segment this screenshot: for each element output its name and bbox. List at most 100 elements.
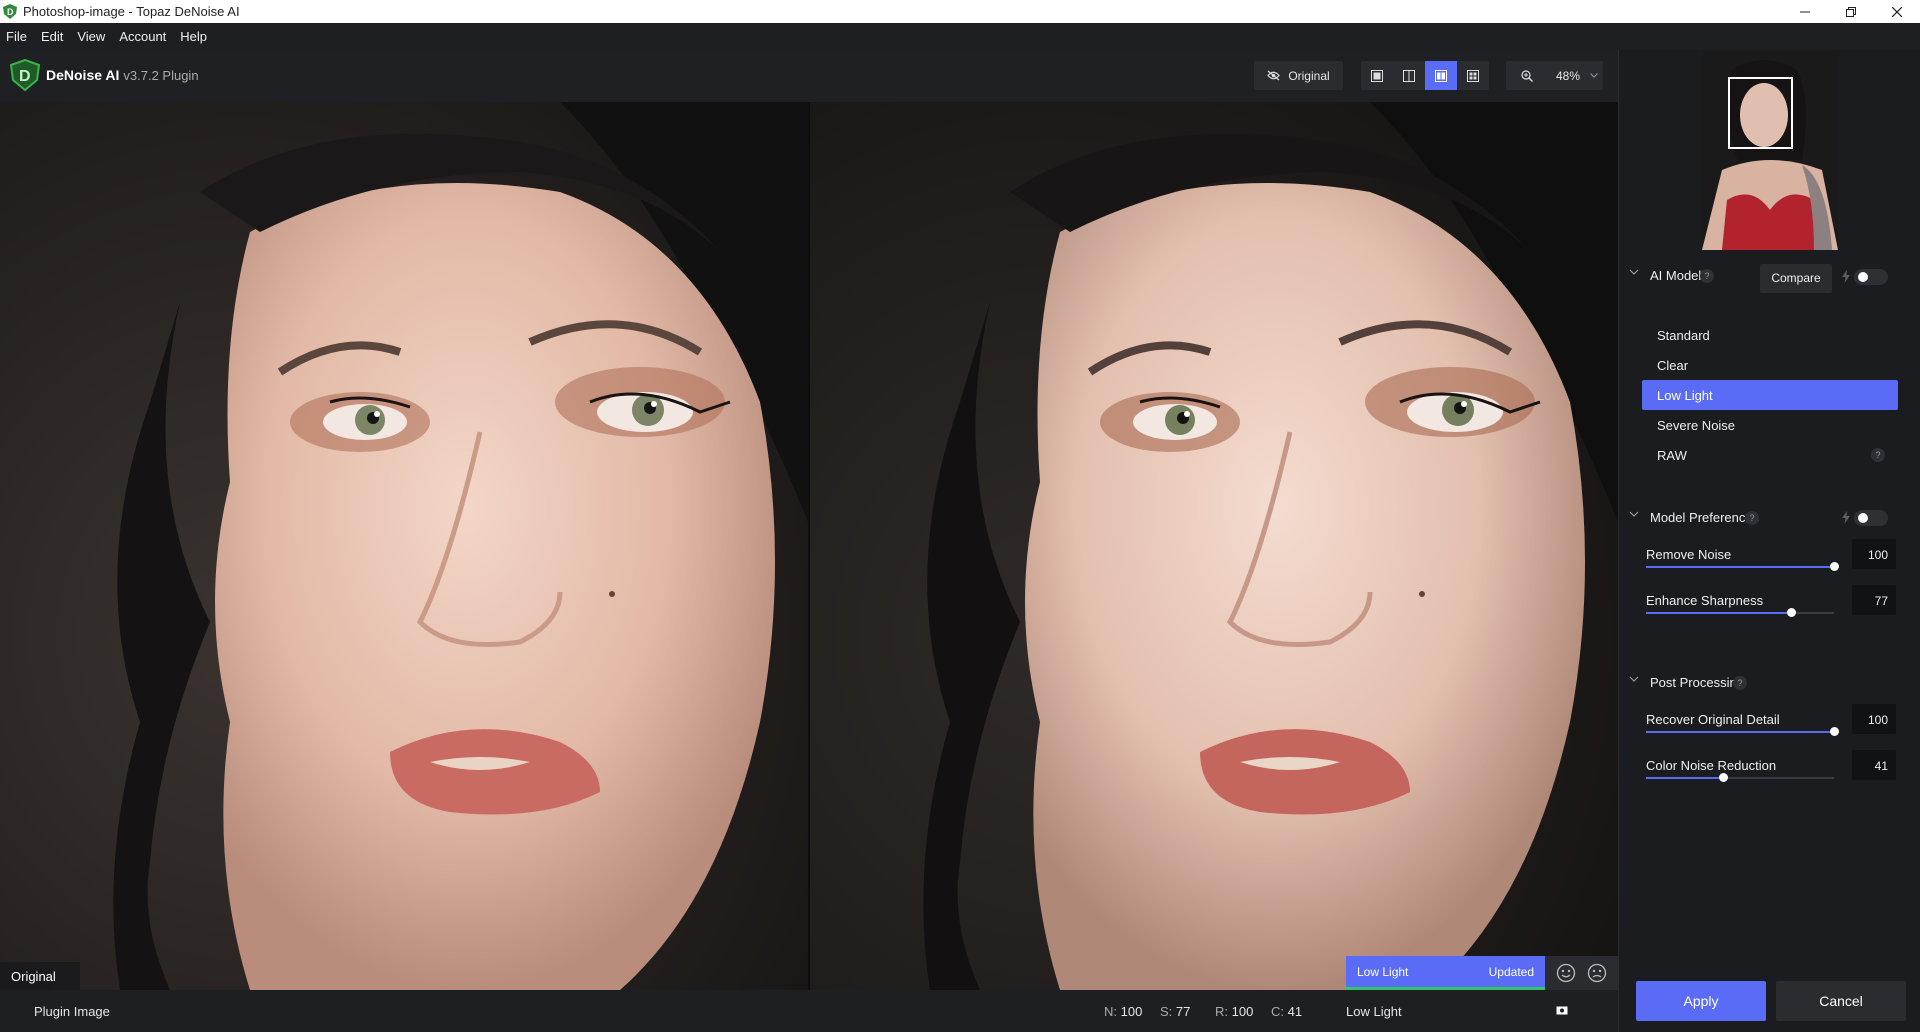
menu-account[interactable]: Account <box>113 29 172 44</box>
restore-icon <box>1846 6 1856 17</box>
right-sidebar: AI Model ? Compare Standard Clear Low Li… <box>1618 50 1920 1032</box>
noise-stat-key: N: <box>1104 1004 1117 1019</box>
color-noise-reduction-slider[interactable]: Color Noise Reduction 41 <box>1646 750 1906 798</box>
menu-file[interactable]: File <box>0 29 33 44</box>
navigator-viewport-box[interactable] <box>1728 77 1793 149</box>
slider-thumb[interactable] <box>1786 608 1796 617</box>
zoom-value: 48% <box>1556 68 1581 83</box>
chevron-down-icon <box>1629 269 1639 275</box>
post-processing-section-header[interactable]: Post Processing <box>1619 673 1920 693</box>
navigator-thumbnail[interactable] <box>1702 50 1838 250</box>
view-side-by-side-button[interactable] <box>1425 61 1457 90</box>
denoise-logo-icon: D <box>10 59 40 91</box>
status-model-label: Low Light <box>1346 1004 1402 1019</box>
model-item-raw-label: RAW <box>1657 448 1687 463</box>
model-item-low-light[interactable]: Low Light <box>1642 380 1898 410</box>
slider-fill <box>1646 612 1791 614</box>
remove-noise-label: Remove Noise <box>1646 547 1732 562</box>
denoise-app: D Photoshop-image - Topaz DeNoise AI Fil… <box>0 0 1920 1032</box>
image-viewer[interactable]: Original Low Light Updated <box>0 102 1618 990</box>
slider-track[interactable] <box>1646 608 1834 617</box>
status-bar: Plugin Image N: 100 S: 77 R: 100 C: 41 L… <box>0 990 1618 1032</box>
processed-image-pane[interactable] <box>810 102 1618 990</box>
ai-model-title: AI Model <box>1650 268 1702 283</box>
side-by-side-view-icon <box>1435 69 1447 82</box>
model-preferences-auto-toggle[interactable] <box>1854 510 1888 526</box>
smile-face-icon[interactable] <box>1556 963 1576 983</box>
svg-text:D: D <box>19 68 31 85</box>
menu-edit[interactable]: Edit <box>35 29 69 44</box>
enhance-sharpness-label: Enhance Sharpness <box>1646 593 1764 608</box>
chevron-down-icon <box>1629 676 1639 682</box>
slider-thumb[interactable] <box>1830 562 1839 571</box>
processed-portrait-image <box>810 102 1618 990</box>
window-title: Photoshop-image - Topaz DeNoise AI <box>23 4 240 19</box>
model-item-standard[interactable]: Standard <box>1642 320 1898 350</box>
post-processing-title: Post Processing <box>1650 675 1744 690</box>
restore-button[interactable] <box>1828 0 1874 23</box>
enhance-sharpness-slider[interactable]: Enhance Sharpness 77 <box>1646 585 1906 633</box>
compare-button[interactable]: Compare <box>1760 264 1832 293</box>
camera-icon[interactable] <box>1556 1005 1568 1015</box>
menu-view[interactable]: View <box>71 29 111 44</box>
close-window-button[interactable] <box>1874 0 1920 23</box>
model-item-clear[interactable]: Clear <box>1642 350 1898 380</box>
slider-track[interactable] <box>1646 773 1834 782</box>
color-noise-reduction-label: Color Noise Reduction <box>1646 758 1777 773</box>
brand: D DeNoise AI v3.7.2 Plugin <box>10 59 199 91</box>
recover-stat: R: 100 <box>1215 1004 1253 1019</box>
remove-noise-slider[interactable]: Remove Noise 100 <box>1646 539 1906 587</box>
raw-help-icon[interactable]: ? <box>1871 448 1885 462</box>
enhance-sharpness-value[interactable]: 77 <box>1852 585 1896 615</box>
model-item-severe-noise[interactable]: Severe Noise <box>1642 410 1898 440</box>
source-label: Plugin Image <box>34 1004 110 1019</box>
cancel-button[interactable]: Cancel <box>1776 981 1906 1021</box>
recover-original-detail-value[interactable]: 100 <box>1852 704 1896 734</box>
noise-stat: N: 100 <box>1104 1004 1142 1019</box>
ai-model-help-icon[interactable]: ? <box>1700 269 1714 283</box>
zoom-control[interactable]: 48% <box>1506 61 1603 90</box>
ai-model-auto-toggle[interactable] <box>1854 269 1888 285</box>
menu-bar: File Edit View Account Help <box>0 23 1920 50</box>
slider-thumb[interactable] <box>1830 727 1839 736</box>
sharpness-stat: S: 77 <box>1160 1004 1190 1019</box>
frown-face-icon[interactable] <box>1587 963 1607 983</box>
toggle-knob <box>1858 513 1868 523</box>
view-quad-button[interactable] <box>1457 61 1489 90</box>
view-single-button[interactable] <box>1361 61 1393 90</box>
minimize-icon <box>1800 11 1810 12</box>
model-preferences-title: Model Preferences <box>1650 510 1760 525</box>
apply-button[interactable]: Apply <box>1636 981 1766 1021</box>
view-mode-group <box>1361 61 1489 90</box>
quad-view-icon <box>1467 69 1479 82</box>
original-image-pane[interactable]: Original <box>0 102 808 990</box>
show-original-button[interactable]: Original <box>1254 61 1343 90</box>
recover-original-detail-slider[interactable]: Recover Original Detail 100 <box>1646 704 1906 752</box>
model-item-raw[interactable]: RAW? <box>1642 440 1898 470</box>
split-view-icon <box>1403 69 1415 82</box>
slider-track[interactable] <box>1646 727 1839 736</box>
menu-help[interactable]: Help <box>174 29 213 44</box>
zoom-in-icon <box>1521 69 1533 82</box>
view-split-button[interactable] <box>1393 61 1425 90</box>
remove-noise-value[interactable]: 100 <box>1852 539 1896 569</box>
recover-stat-value: 100 <box>1231 1004 1254 1019</box>
auto-bolt-icon <box>1842 511 1850 524</box>
slider-fill <box>1646 566 1834 568</box>
feedback-group <box>1545 956 1618 990</box>
color-noise-reduction-value[interactable]: 41 <box>1852 750 1896 780</box>
minimize-button[interactable] <box>1782 0 1828 23</box>
sharpness-stat-value: 77 <box>1175 1004 1191 1019</box>
slider-track[interactable] <box>1646 562 1839 571</box>
app-icon: D <box>3 4 17 19</box>
original-label: Original <box>0 962 80 990</box>
close-icon <box>1892 6 1902 17</box>
auto-bolt-icon <box>1842 270 1850 283</box>
slider-thumb[interactable] <box>1719 773 1729 782</box>
post-processing-help-icon[interactable]: ? <box>1733 676 1747 690</box>
noise-stat-value: 100 <box>1120 1004 1143 1019</box>
slider-fill <box>1646 777 1724 779</box>
model-preferences-help-icon[interactable]: ? <box>1745 511 1759 525</box>
svg-text:D: D <box>7 7 14 17</box>
color-stat-value: 41 <box>1287 1004 1303 1019</box>
